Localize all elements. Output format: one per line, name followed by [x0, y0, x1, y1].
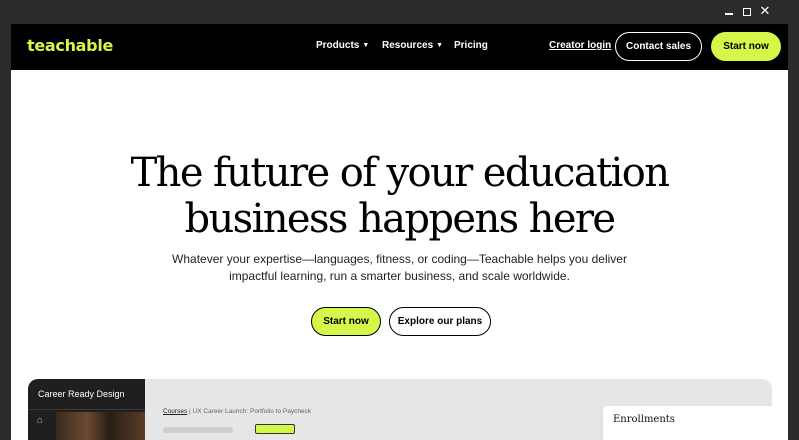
- nav-products-label: Products: [316, 40, 360, 51]
- close-icon[interactable]: ✕: [756, 3, 774, 21]
- chevron-down-icon: ▼: [362, 42, 370, 49]
- breadcrumb-current: UX Career Launch: Portfolio to Paycheck: [192, 408, 312, 415]
- home-icon: ⌂: [37, 415, 44, 426]
- minimize-icon[interactable]: [720, 3, 738, 21]
- creator-login-link[interactable]: Creator login: [549, 40, 611, 51]
- enrollments-title: Enrollments: [613, 414, 675, 425]
- maximize-icon[interactable]: [738, 3, 756, 21]
- hero-subtitle: Whatever your expertise—languages, fitne…: [11, 251, 788, 285]
- teachable-logo[interactable]: teachable: [27, 36, 113, 55]
- title-bar: ✕: [0, 0, 799, 24]
- preview-status-pill: [255, 424, 295, 434]
- explore-plans-button[interactable]: Explore our plans: [389, 307, 491, 336]
- preview-sidebar: Career Ready Design ⌂: [28, 379, 145, 440]
- nav-resources-label: Resources: [382, 40, 434, 51]
- hero-subtitle-line1: Whatever your expertise—languages, fitne…: [172, 252, 627, 266]
- enrollments-card: Enrollments: [603, 406, 772, 440]
- breadcrumb: Courses | UX Career Launch: Portfolio to…: [163, 408, 311, 415]
- browser-window: ✕ teachable Products ▼ Resources ▼ Pricing…: [0, 0, 799, 440]
- nav-products[interactable]: Products ▼: [316, 40, 369, 51]
- top-navbar: teachable Products ▼ Resources ▼ Pricing C…: [11, 24, 788, 70]
- hero-title-line2: business happens here: [184, 196, 616, 242]
- nav-resources[interactable]: Resources ▼: [382, 40, 443, 51]
- nav-pricing-label: Pricing: [454, 40, 488, 51]
- page-viewport: teachable Products ▼ Resources ▼ Pricing C…: [11, 24, 788, 440]
- chevron-down-icon: ▼: [436, 42, 444, 49]
- nav-pricing[interactable]: Pricing: [454, 40, 488, 51]
- preview-heading-placeholder: [163, 427, 233, 433]
- breadcrumb-separator: |: [189, 408, 191, 415]
- hero-subtitle-line2: impactful learning, run a smarter busine…: [229, 269, 570, 283]
- divider: [28, 409, 145, 410]
- hero-title-line1: The future of your education: [130, 150, 670, 196]
- start-now-button[interactable]: Start now: [311, 307, 381, 336]
- start-now-nav-button[interactable]: Start now: [711, 32, 781, 61]
- course-thumbnail: [56, 412, 145, 440]
- product-preview: Career Ready Design ⌂ Courses | UX Caree…: [28, 379, 772, 440]
- preview-sidebar-title: Career Ready Design: [38, 389, 125, 399]
- contact-sales-button[interactable]: Contact sales: [615, 32, 702, 61]
- hero-title: The future of your education business ha…: [11, 150, 788, 242]
- breadcrumb-courses: Courses: [163, 408, 188, 415]
